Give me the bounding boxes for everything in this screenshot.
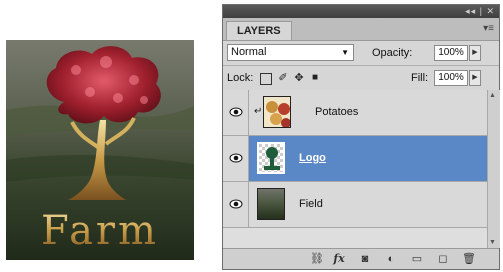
layer-row-logo[interactable]: Logo <box>223 136 487 182</box>
lock-brush-icon[interactable]: ✐ <box>277 72 289 84</box>
blend-mode-value: Normal <box>231 46 267 58</box>
farm-artwork: Farm <box>6 40 194 260</box>
eye-icon <box>229 199 243 209</box>
blend-opacity-row: Normal ▼ Opacity: 100% ▶ <box>223 41 499 66</box>
layer-row-potatoes[interactable]: ↵ Potatoes <box>223 90 487 136</box>
new-layer-icon[interactable]: ◻ <box>435 252 451 266</box>
trash-icon[interactable]: 🗑 <box>461 252 477 266</box>
opacity-slider-button[interactable]: ▶ <box>469 45 481 61</box>
lock-label: Lock: <box>227 72 254 84</box>
panel-titlebar[interactable]: ◂◂ | ✕ <box>223 5 499 18</box>
layer-name: Logo <box>299 152 326 164</box>
fill-label: Fill: <box>411 72 429 84</box>
adjustment-icon[interactable]: ◐ <box>383 252 399 266</box>
mask-icon[interactable]: ◙ <box>357 252 373 266</box>
scroll-down-icon[interactable]: ▼ <box>489 239 496 246</box>
panel-tab-row: LAYERS ▾≡ <box>223 18 499 41</box>
folder-icon[interactable]: ▭ <box>409 252 425 266</box>
blend-mode-select[interactable]: Normal ▼ <box>227 44 354 61</box>
fx-icon[interactable]: fx <box>331 252 347 266</box>
link-icon[interactable]: ⛓ <box>309 252 325 266</box>
opacity-field[interactable]: 100% <box>434 45 468 61</box>
lock-fill-row: Lock: ✐ ✥ ■ Fill: 100% ▶ <box>223 66 499 91</box>
farm-title-text: Farm <box>41 208 159 254</box>
layer-list: ↵ Potatoes Logo Field <box>223 90 487 248</box>
opacity-label: Opacity: <box>372 47 413 59</box>
scroll-up-icon[interactable]: ▲ <box>489 92 496 99</box>
layer-thumbnail-logo <box>257 142 285 174</box>
layers-panel: ◂◂ | ✕ LAYERS ▾≡ Normal ▼ Opacity: 100% … <box>222 4 500 270</box>
fill-slider-button[interactable]: ▶ <box>469 70 481 86</box>
layer-thumbnail-potatoes <box>263 96 291 128</box>
tab-layers[interactable]: LAYERS <box>226 21 292 40</box>
lock-all-icon[interactable]: ■ <box>309 72 321 84</box>
panel-menu-icon[interactable]: ▾≡ <box>483 23 494 34</box>
visibility-toggle[interactable] <box>223 182 249 227</box>
fill-field[interactable]: 100% <box>434 70 468 86</box>
chevron-down-icon: ▼ <box>341 48 349 57</box>
panel-bottom-toolbar: ⛓ fx ◙ ◐ ▭ ◻ 🗑 <box>223 248 499 269</box>
lock-move-icon[interactable]: ✥ <box>293 72 305 84</box>
visibility-toggle[interactable] <box>223 136 249 181</box>
collapse-close-controls[interactable]: ◂◂ | ✕ <box>465 5 495 18</box>
layer-row-field[interactable]: Field <box>223 182 487 228</box>
clipping-mask-icon: ↵ <box>254 106 263 117</box>
visibility-toggle[interactable] <box>223 90 249 135</box>
layer-name: Potatoes <box>315 106 359 118</box>
eye-icon <box>229 107 243 117</box>
layer-thumbnail-field <box>257 188 285 220</box>
eye-icon <box>229 153 243 163</box>
layer-name: Field <box>299 198 323 210</box>
lock-transparency-icon[interactable] <box>260 73 272 85</box>
layer-list-scrollbar[interactable]: ▲ ▼ <box>487 90 500 248</box>
